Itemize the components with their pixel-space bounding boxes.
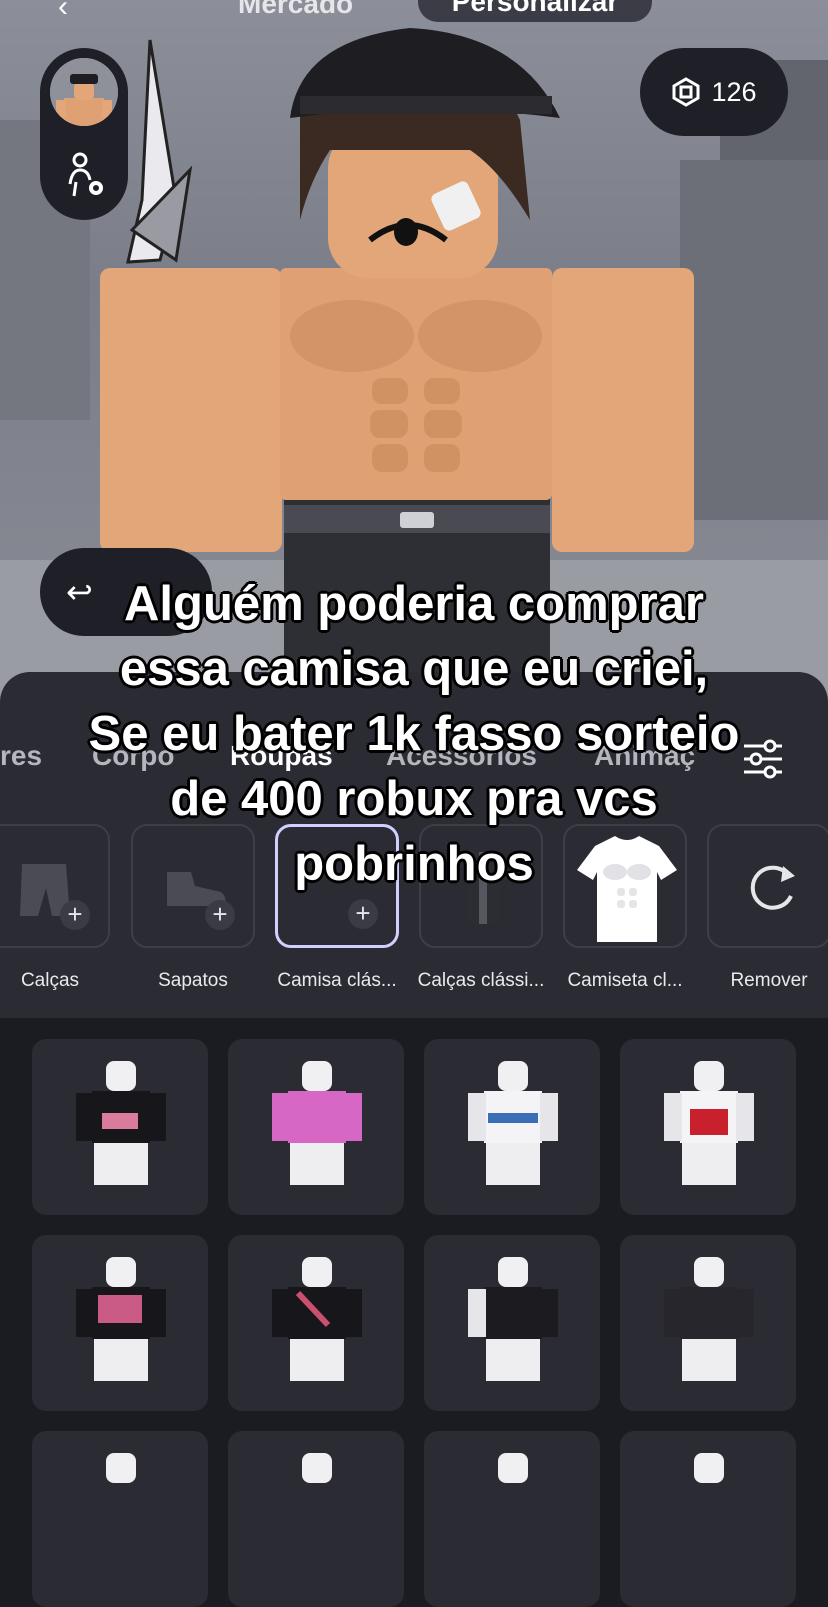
- shirt-item-preview: [272, 1257, 362, 1381]
- shirt-item-preview: [302, 1453, 332, 1483]
- avatar-thumbnail[interactable]: [50, 58, 118, 126]
- shirt-item-preview: [76, 1257, 166, 1381]
- item-card[interactable]: [32, 1235, 208, 1411]
- slot-label: Calças: [20, 970, 80, 991]
- slot-label: Camiseta cl...: [567, 970, 683, 991]
- caption-line: de 400 robux pra vcs: [170, 772, 658, 826]
- item-card[interactable]: [620, 1431, 796, 1607]
- item-card[interactable]: [424, 1235, 600, 1411]
- shirt-item-preview: [106, 1453, 136, 1483]
- add-icon: +: [348, 899, 378, 929]
- item-card[interactable]: [228, 1039, 404, 1215]
- item-card[interactable]: [424, 1039, 600, 1215]
- shirt-item-preview: [694, 1453, 724, 1483]
- add-icon: +: [60, 900, 90, 930]
- item-card[interactable]: [32, 1039, 208, 1215]
- caption-line: Alguém poderia comprar: [124, 577, 704, 631]
- robux-balance[interactable]: 126: [640, 48, 788, 136]
- avatar-settings-icon[interactable]: [66, 152, 106, 202]
- item-card[interactable]: [228, 1235, 404, 1411]
- tab-personalizar[interactable]: Personalizar: [418, 0, 652, 22]
- shirt-item-preview: [468, 1257, 558, 1381]
- add-icon: +: [205, 900, 235, 930]
- item-card[interactable]: [424, 1431, 600, 1607]
- avatar-thumbnail-image: [50, 58, 118, 126]
- shirt-item-preview: [272, 1061, 362, 1185]
- robux-icon: [672, 77, 700, 107]
- shirt-item-preview: [498, 1453, 528, 1483]
- shirt-item-preview: [76, 1061, 166, 1185]
- caption-line: Se eu bater 1k fasso sorteio: [88, 707, 740, 761]
- slot-label: Remover: [730, 970, 808, 991]
- shirt-item-preview: [664, 1061, 754, 1185]
- slot-label: Sapatos: [158, 970, 228, 991]
- item-card[interactable]: [228, 1431, 404, 1607]
- item-card[interactable]: [620, 1235, 796, 1411]
- back-chevron-icon[interactable]: ‹: [58, 0, 68, 24]
- caption-line: pobrinhos: [294, 837, 534, 891]
- tab-category-partial[interactable]: res: [0, 740, 42, 772]
- slot-label: Camisa clás...: [277, 970, 397, 991]
- item-grid: [0, 1018, 828, 1607]
- tab-mercado[interactable]: Mercado: [238, 0, 353, 20]
- slot-label: Calças clássi...: [417, 970, 545, 991]
- avatar-switcher-pill: [40, 48, 128, 220]
- shirt-item-preview: [468, 1061, 558, 1185]
- item-card[interactable]: [32, 1431, 208, 1607]
- overlay-caption: Alguém poderia comprar essa camisa que e…: [40, 572, 788, 897]
- caption-line: essa camisa que eu criei,: [119, 642, 709, 696]
- item-card[interactable]: [620, 1039, 796, 1215]
- shirt-item-preview: [664, 1257, 754, 1381]
- robux-amount: 126: [711, 76, 757, 107]
